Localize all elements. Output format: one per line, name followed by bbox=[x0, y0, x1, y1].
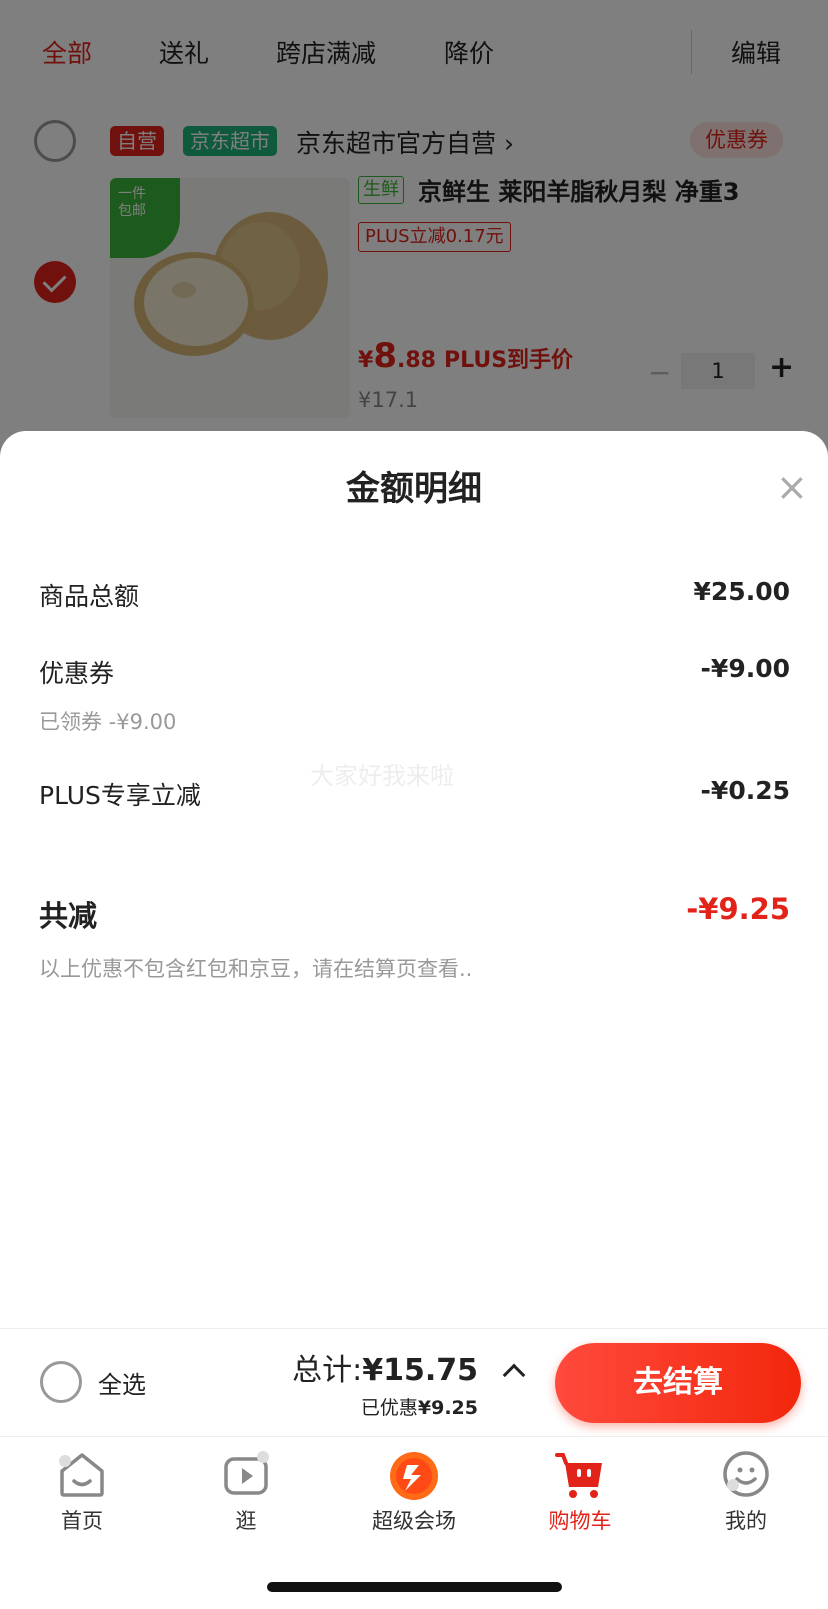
checkout-bar: 全选 总计:¥15.75 已优惠¥9.25 去结算 bbox=[0, 1328, 828, 1436]
nav-item-home[interactable]: 首页 bbox=[22, 1447, 142, 1535]
nav-item-cart[interactable]: 购物车 bbox=[520, 1447, 640, 1535]
total-discount-value: -¥9.25 bbox=[686, 892, 790, 926]
select-all-label[interactable]: 全选 bbox=[98, 1365, 146, 1400]
home-indicator[interactable] bbox=[267, 1582, 562, 1592]
plus-discount-value: -¥0.25 bbox=[700, 776, 790, 805]
saved-amount: 已优惠¥9.25 bbox=[360, 1397, 478, 1419]
sheet-title: 金额明细 bbox=[346, 469, 482, 509]
watermark-text: 大家好我来啦 bbox=[310, 762, 454, 790]
cart-icon bbox=[555, 1453, 602, 1498]
home-icon bbox=[59, 1453, 104, 1497]
chevron-up-icon[interactable] bbox=[502, 1363, 526, 1387]
goods-total-label: 商品总额 bbox=[39, 582, 140, 611]
coupon-value: -¥9.00 bbox=[700, 654, 790, 683]
super-venue-icon bbox=[390, 1452, 438, 1500]
nav-item-explore[interactable]: 逛 bbox=[186, 1447, 306, 1535]
nav-item-super-venue[interactable]: 超级会场 bbox=[354, 1447, 474, 1535]
total-price: 总计:¥15.75 bbox=[292, 1353, 478, 1388]
video-icon bbox=[224, 1451, 269, 1495]
close-icon[interactable]: × bbox=[776, 465, 808, 509]
profile-icon bbox=[723, 1451, 769, 1497]
total-discount-label: 共减 bbox=[39, 899, 98, 933]
coupon-label: 优惠券 bbox=[39, 659, 115, 688]
plus-discount-label: PLUS专享立减 bbox=[39, 781, 201, 810]
coupon-claimed-note: 已领券 -¥9.00 bbox=[39, 710, 177, 734]
nav-item-profile[interactable]: 我的 bbox=[686, 1447, 806, 1535]
goods-total-value: ¥25.00 bbox=[693, 577, 790, 606]
discount-note: 以上优惠不包含红包和京豆，请在结算页查看.. bbox=[39, 957, 473, 981]
select-all-radio[interactable] bbox=[40, 1361, 82, 1403]
checkout-button[interactable]: 去结算 bbox=[555, 1343, 801, 1423]
